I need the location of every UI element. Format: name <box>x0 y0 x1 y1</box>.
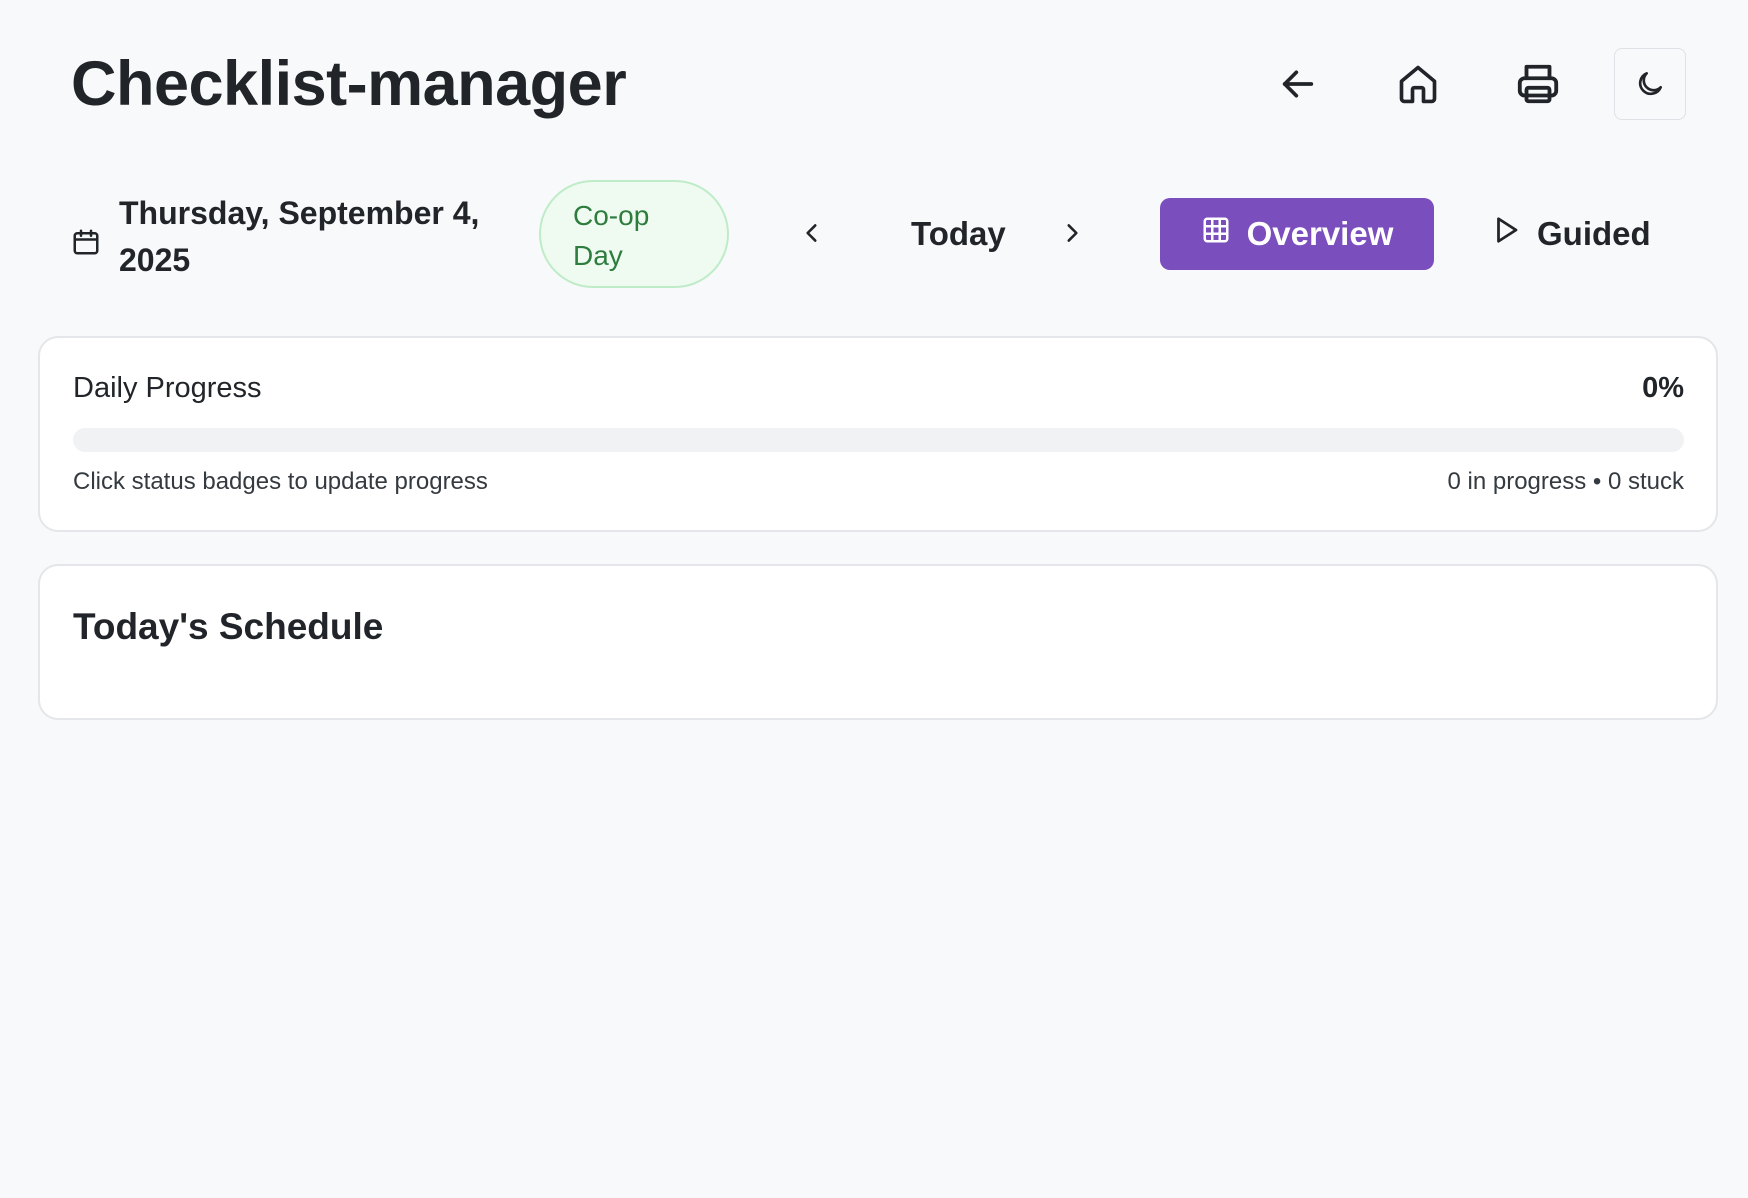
day-type-badge: Co-op Day <box>539 180 729 288</box>
page-title: Checklist-manager <box>71 49 627 119</box>
header-actions <box>1262 48 1686 120</box>
calendar-icon <box>71 227 101 262</box>
grid-icon <box>1201 215 1231 253</box>
progress-label: Daily Progress <box>73 372 262 404</box>
chevron-left-icon <box>799 220 825 249</box>
home-icon <box>1396 62 1440 106</box>
date-display: Thursday, September 4, 2025 <box>71 190 539 284</box>
next-day-button[interactable] <box>1048 210 1096 258</box>
overview-label: Overview <box>1246 215 1394 252</box>
progress-hint: Click status badges to update progress <box>73 468 488 495</box>
home-button[interactable] <box>1382 48 1454 120</box>
arrow-left-icon <box>1278 64 1318 104</box>
progress-stats: 0 in progress • 0 stuck <box>1447 468 1684 495</box>
app-root: Checklist-manager Thursday, September 4,… <box>0 0 1748 1198</box>
theme-toggle-button[interactable] <box>1614 48 1686 120</box>
progress-bar <box>73 428 1684 452</box>
current-date: Thursday, September 4, 2025 <box>119 195 480 278</box>
today-button[interactable]: Today <box>911 210 1006 258</box>
date-toolbar: Thursday, September 4, 2025 Co-op Day To… <box>71 180 1686 290</box>
play-icon <box>1491 215 1521 253</box>
progress-percent: 0% <box>1642 372 1684 404</box>
overview-view-button[interactable]: Overview <box>1160 198 1434 270</box>
back-button[interactable] <box>1262 48 1334 120</box>
printer-icon <box>1515 61 1561 107</box>
guided-view-button[interactable]: Guided <box>1471 198 1671 270</box>
print-button[interactable] <box>1502 48 1574 120</box>
schedule-card: Today's Schedule <box>38 564 1718 720</box>
previous-day-button[interactable] <box>788 210 836 258</box>
schedule-title: Today's Schedule <box>73 606 384 647</box>
moon-icon <box>1634 68 1666 100</box>
guided-label: Guided <box>1537 215 1651 252</box>
daily-progress-card: Daily Progress 0% Click status badges to… <box>38 336 1718 532</box>
chevron-right-icon <box>1059 220 1085 249</box>
